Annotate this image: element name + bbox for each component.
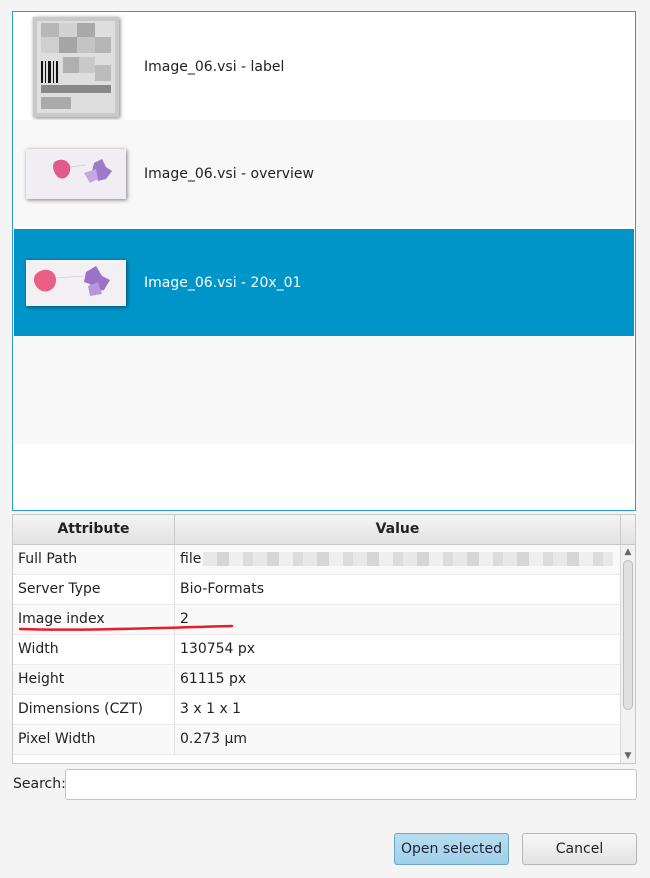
attribute-cell: Full Path — [13, 545, 175, 574]
table-row[interactable]: Width 130754 px — [13, 635, 621, 665]
scroll-up-icon[interactable]: ▲ — [621, 545, 635, 559]
scroll-down-icon[interactable]: ▼ — [621, 749, 635, 763]
attribute-cell: Server Type — [13, 575, 175, 604]
open-selected-button[interactable]: Open selected — [394, 833, 509, 865]
value-cell: 130754 px — [180, 641, 256, 657]
full-path-value: file — [180, 551, 202, 567]
value-cell: Bio-Formats — [180, 581, 264, 597]
slide-overview-thumbnail — [26, 148, 126, 199]
empty-row — [14, 337, 634, 444]
list-item-overview[interactable]: Image_06.vsi - overview — [14, 120, 634, 227]
list-item-20x[interactable]: Image_06.vsi - 20x_01 — [14, 229, 634, 336]
slide-20x-thumbnail — [26, 259, 126, 306]
search-label: Search: — [13, 776, 66, 792]
table-header: Attribute Value — [13, 515, 635, 545]
table-body: Full Path file Server Type Bio-Formats I… — [13, 545, 621, 755]
redacted-path — [203, 552, 614, 566]
value-cell: file — [175, 545, 621, 574]
table-row[interactable]: Dimensions (CZT) 3 x 1 x 1 — [13, 695, 621, 725]
list-item-text: Image_06.vsi - 20x_01 — [144, 274, 302, 291]
table-row[interactable]: Server Type Bio-Formats — [13, 575, 621, 605]
list-item-text: Image_06.vsi - overview — [144, 165, 314, 182]
table-row[interactable]: Full Path file — [13, 545, 621, 575]
red-annotation-underline — [18, 624, 234, 631]
column-header-attribute[interactable]: Attribute — [13, 515, 175, 544]
list-item-text: Image_06.vsi - label — [144, 58, 285, 75]
value-cell: 0.273 µm — [180, 731, 248, 747]
image-list[interactable]: Image_06.vsi - label Image_06.vsi - over… — [12, 11, 636, 511]
search-input[interactable] — [65, 769, 637, 800]
vertical-scrollbar[interactable]: ▲ ▼ — [620, 545, 635, 763]
table-row[interactable]: Height 61115 px — [13, 665, 621, 695]
list-item-label[interactable]: Image_06.vsi - label — [14, 13, 634, 120]
attribute-cell: Height — [13, 665, 175, 694]
attribute-cell: Dimensions (CZT) — [13, 695, 175, 724]
slide-label-thumbnail — [33, 16, 119, 117]
table-row[interactable]: Pixel Width 0.273 µm — [13, 725, 621, 755]
column-header-value[interactable]: Value — [175, 515, 621, 544]
attribute-table[interactable]: Attribute Value Full Path file Server Ty… — [12, 514, 636, 764]
value-cell: 2 — [180, 611, 189, 627]
value-cell: 61115 px — [180, 671, 247, 687]
attribute-cell: Pixel Width — [13, 725, 175, 754]
attribute-cell: Width — [13, 635, 175, 664]
value-cell: 3 x 1 x 1 — [180, 701, 242, 717]
scroll-thumb[interactable] — [623, 560, 633, 710]
cancel-button[interactable]: Cancel — [522, 833, 637, 865]
